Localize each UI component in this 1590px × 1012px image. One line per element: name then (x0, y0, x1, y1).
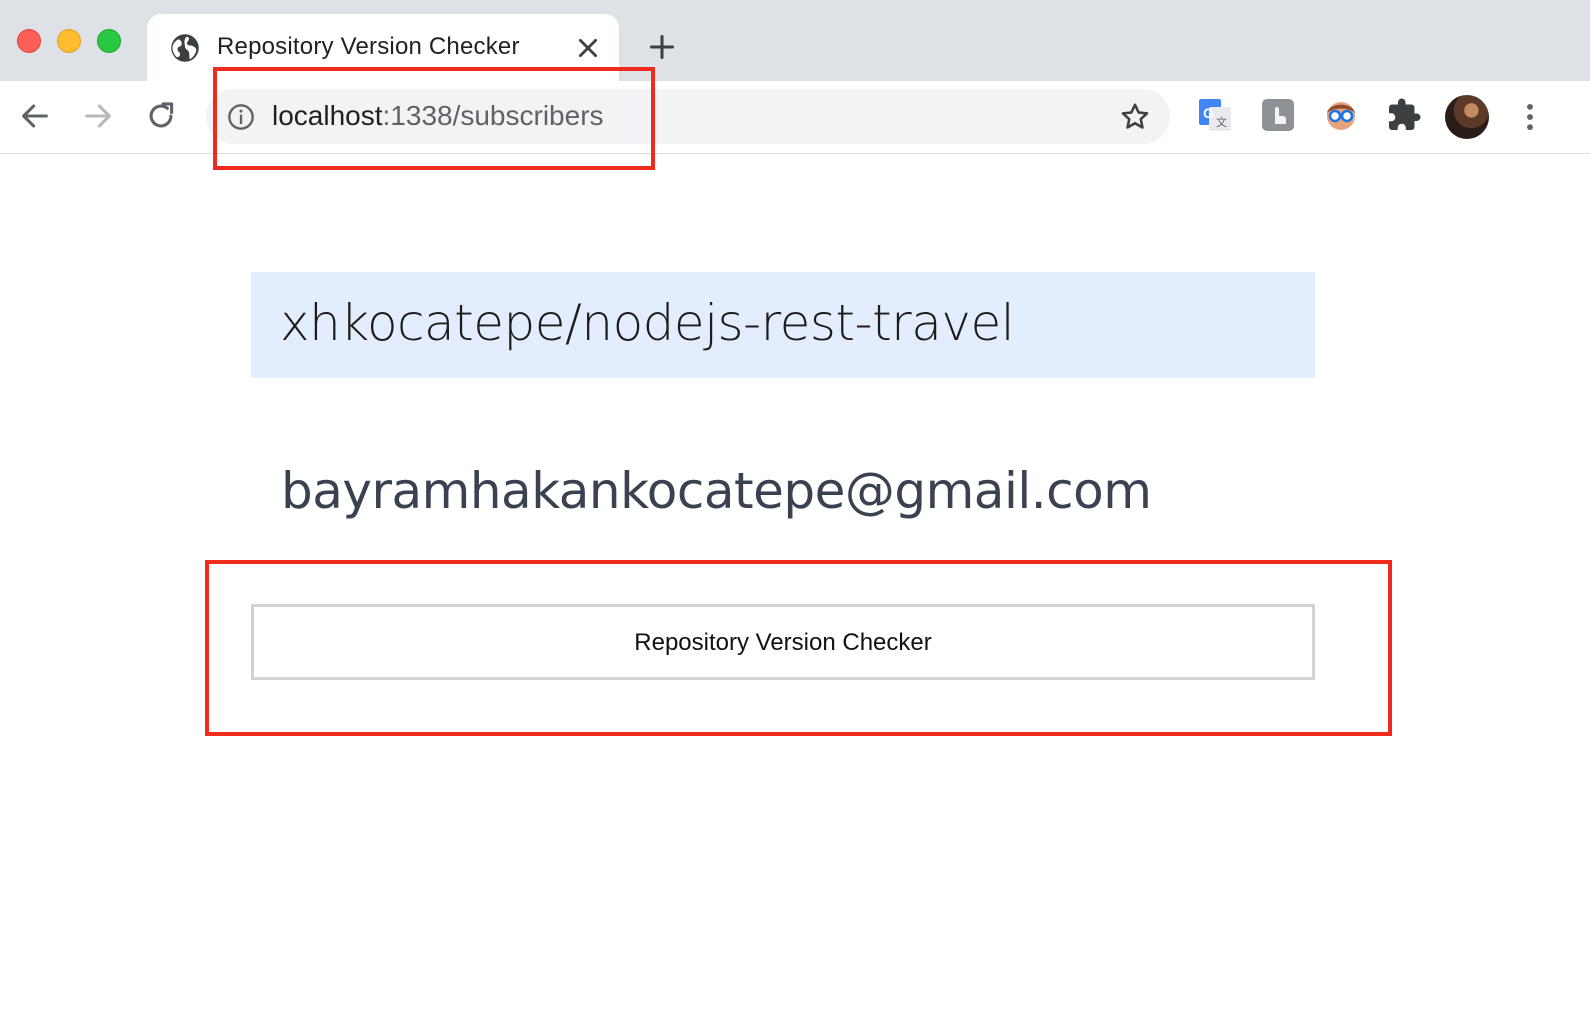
button-highlight-box (205, 560, 1392, 736)
hand-pointer-extension-icon[interactable] (1260, 97, 1296, 133)
repository-banner: xhkocatepe/nodejs-rest-travel (251, 272, 1315, 378)
glasses-face-extension-icon[interactable] (1323, 97, 1359, 133)
kebab-menu-icon[interactable] (1516, 99, 1544, 135)
svg-text:文: 文 (1216, 115, 1227, 129)
url-highlight-box (213, 67, 655, 170)
subscriber-email: bayramhakankocatepe@gmail.com (281, 462, 1152, 520)
svg-text:G: G (1203, 105, 1214, 121)
new-tab-icon[interactable] (648, 33, 676, 61)
maximize-window-button[interactable] (97, 29, 121, 53)
repository-name: xhkocatepe/nodejs-rest-travel (280, 294, 1015, 352)
minimize-window-button[interactable] (57, 29, 81, 53)
profile-avatar[interactable] (1445, 95, 1489, 139)
reload-icon[interactable] (144, 99, 178, 133)
globe-icon (171, 34, 199, 62)
google-translate-icon[interactable]: G 文 (1197, 97, 1233, 133)
tab-title: Repository Version Checker (217, 33, 520, 60)
forward-arrow-icon[interactable] (81, 99, 115, 133)
puzzle-extensions-icon[interactable] (1386, 97, 1422, 133)
back-arrow-icon[interactable] (18, 99, 52, 133)
close-window-button[interactable] (17, 29, 41, 53)
bookmark-star-icon[interactable] (1119, 101, 1151, 133)
close-tab-icon[interactable] (575, 35, 601, 61)
